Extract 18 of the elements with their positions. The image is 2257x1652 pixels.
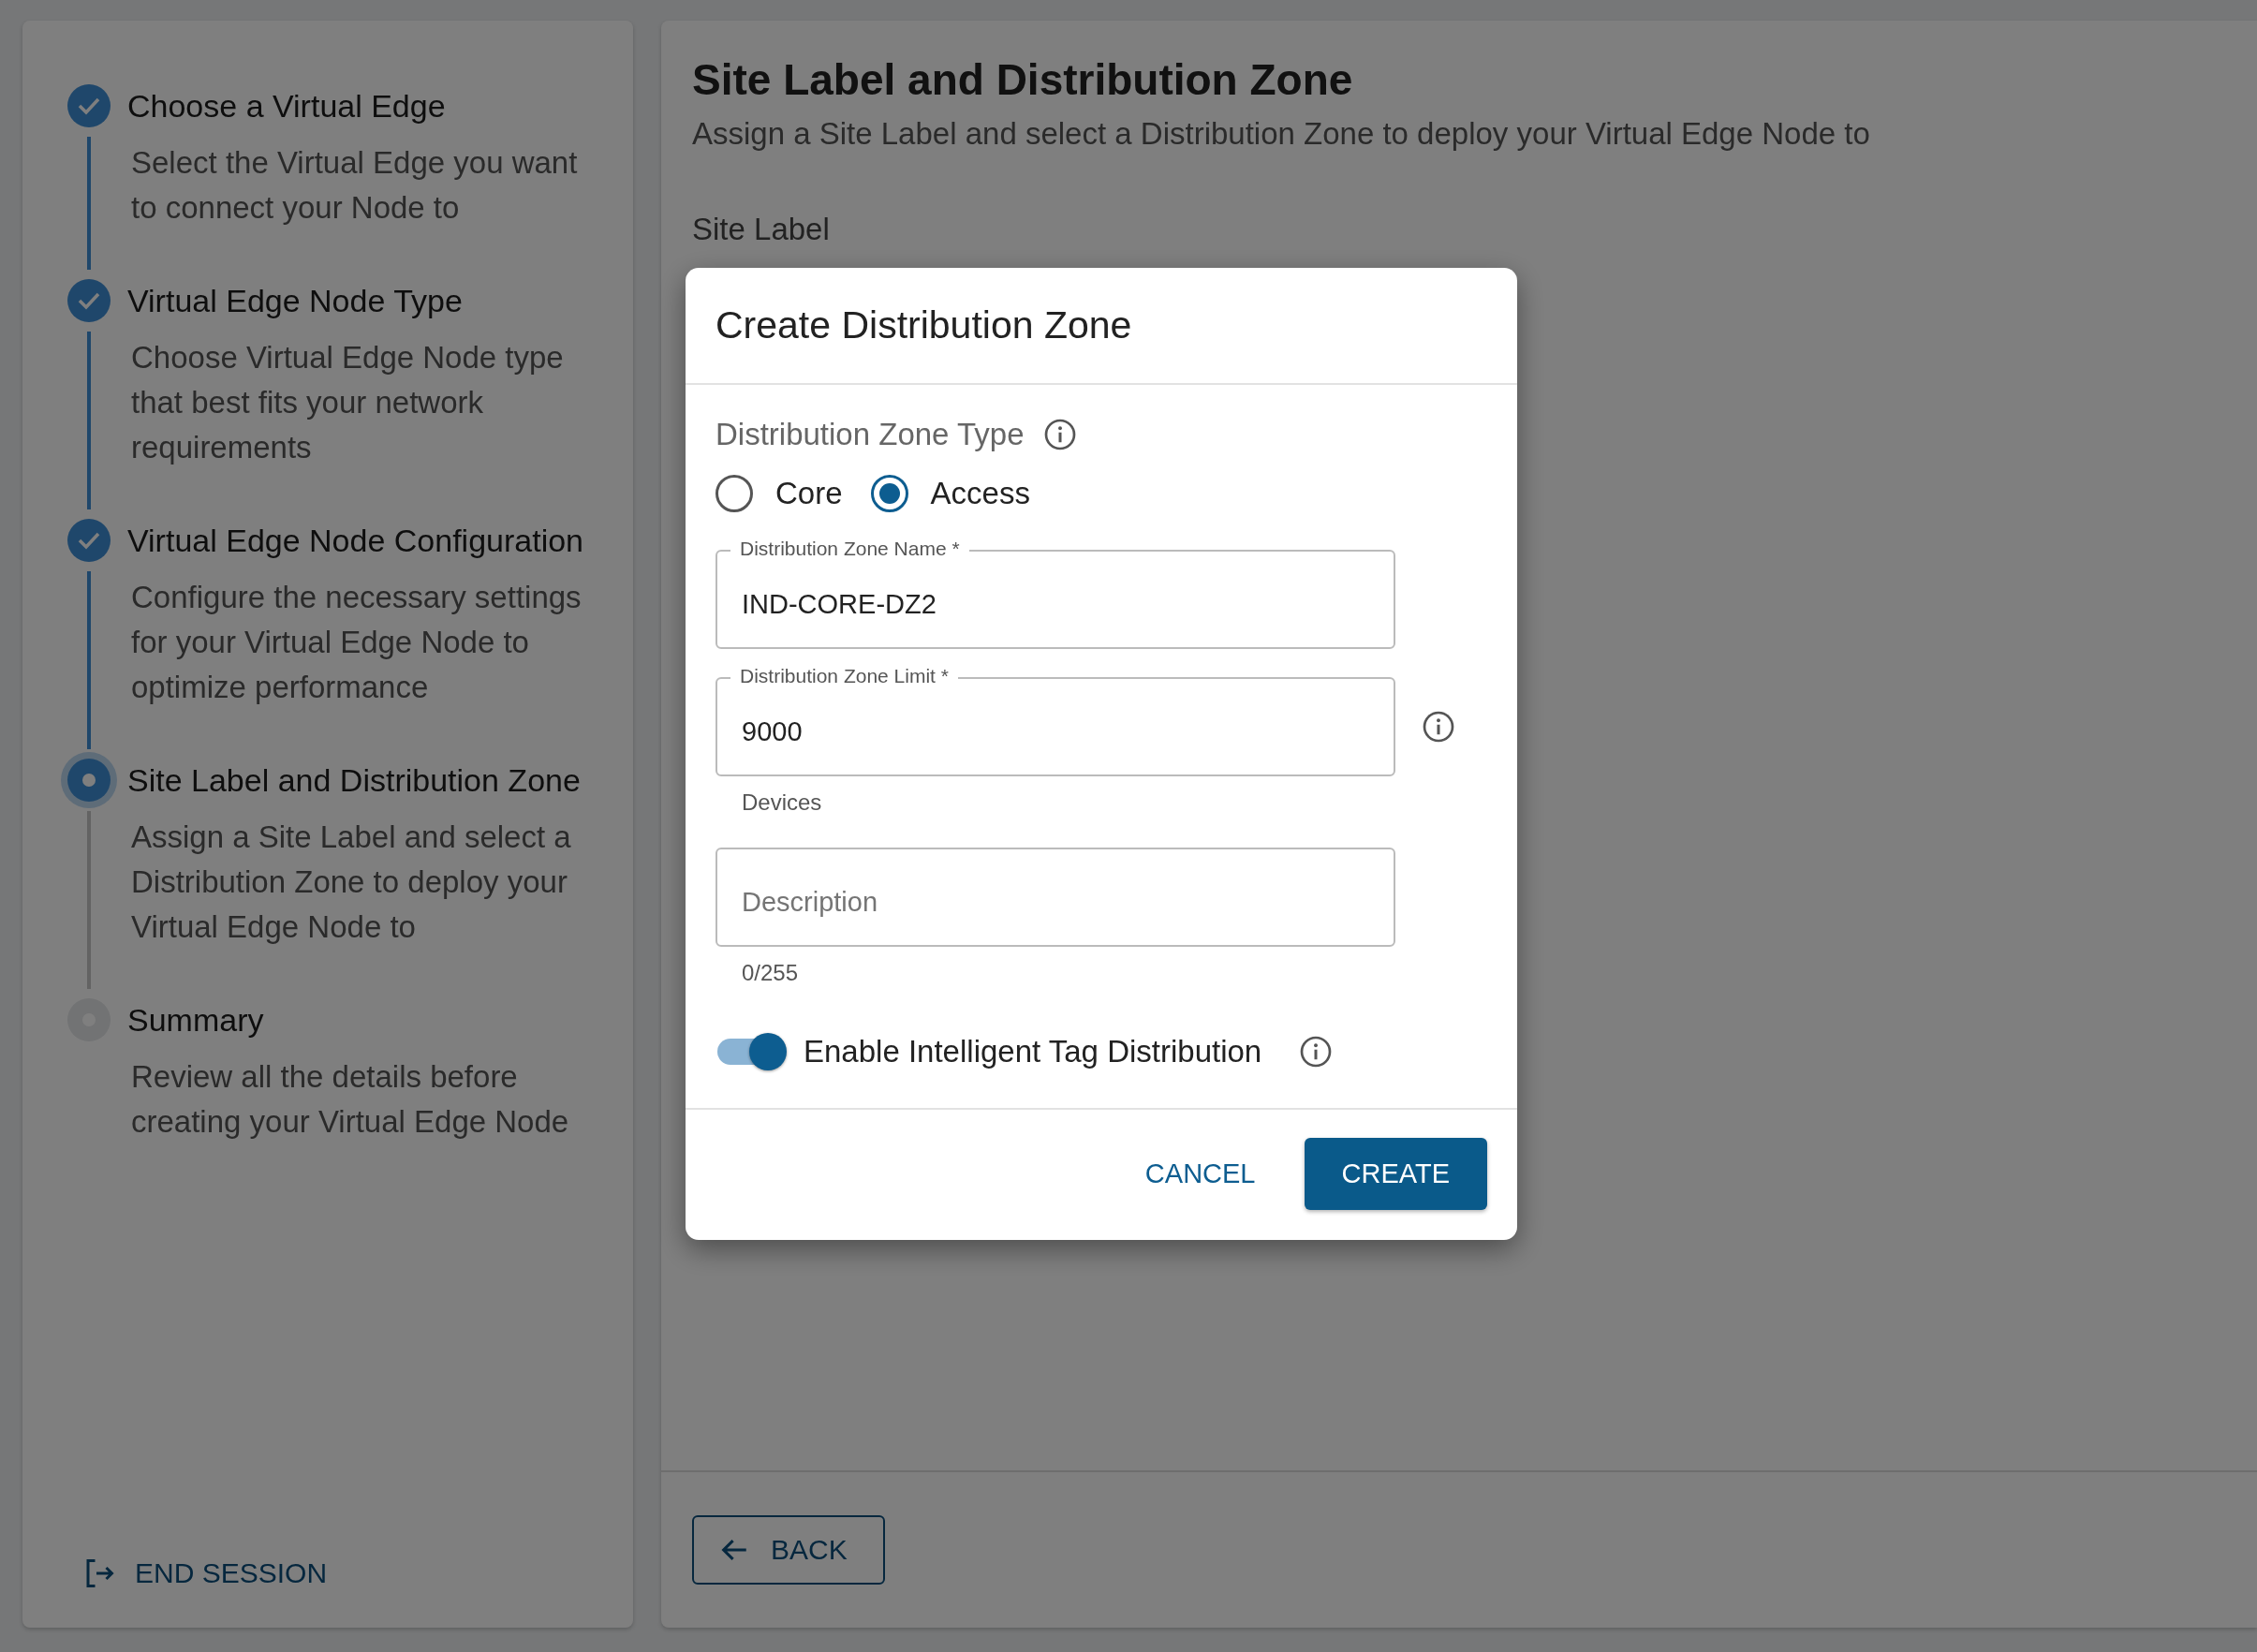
step-description: Select the Virtual Edge you want to connect your Node to: [130, 144, 579, 227]
field-label: Distribution Zone Type: [715, 417, 1025, 452]
page-title: Site Label and Distribution Zone: [692, 54, 1354, 105]
toggle-label: Enable Intelligent Tag Distribution: [804, 1034, 1262, 1069]
step-description: Choose Virtual Edge Node type that best fits your network requirements: [130, 339, 565, 466]
dialog-title: Create Distribution Zone: [715, 303, 1133, 347]
step-title: Site Label and Distribution Zone: [127, 761, 582, 799]
step-title: Virtual Edge Node Type: [127, 282, 464, 319]
step-title: Virtual Edge Node Configuration: [127, 522, 585, 559]
step-title: Summary: [127, 1001, 265, 1039]
page-subtitle: Assign a Site Label and select a Distribution Zone to deploy your Virtual Edge Node to: [692, 116, 1871, 152]
character-counter: 0/255: [742, 960, 799, 986]
step-description: Assign a Site Label and select a Distribution Zone to deploy your Virtual Edge Node to: [130, 819, 572, 946]
helper-text: Devices: [742, 789, 822, 816]
step-title: Choose a Virtual Edge: [127, 87, 447, 125]
step-description: Review all the details before creating your Virtual Edge Node: [130, 1058, 570, 1141]
field-label: Site Label: [692, 212, 830, 247]
step-description: Configure the necessary settings for your Virtual Edge Node to optimize performance: [130, 579, 583, 706]
